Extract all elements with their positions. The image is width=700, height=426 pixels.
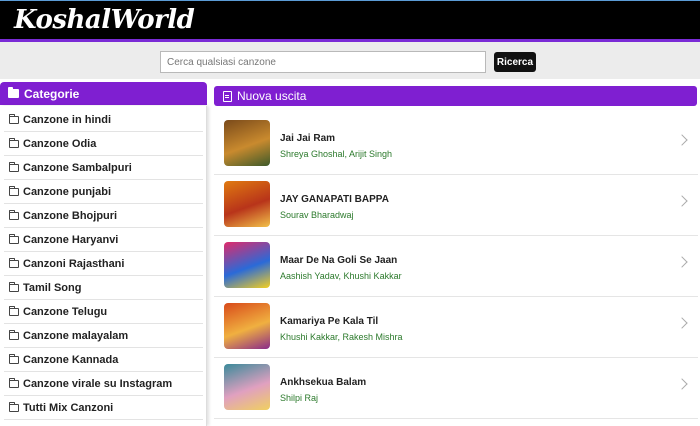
search-bar: Ricerca bbox=[0, 42, 700, 79]
category-item[interactable]: Canzone virale su Instagram bbox=[4, 372, 203, 396]
folder-icon bbox=[9, 209, 19, 220]
chevron-right-icon bbox=[676, 378, 688, 390]
folder-icon bbox=[9, 257, 19, 268]
folder-open-icon bbox=[8, 87, 19, 98]
category-label: Canzone malayalam bbox=[23, 329, 129, 342]
category-label: Canzone Odia bbox=[23, 137, 97, 150]
category-label: Canzone in hindi bbox=[23, 113, 111, 126]
chevron-right-icon bbox=[676, 195, 688, 207]
document-icon bbox=[223, 90, 232, 102]
folder-icon bbox=[9, 401, 19, 412]
category-label: Canzone Telugu bbox=[23, 305, 108, 318]
song-artist: Aashish Yadav, Khushi Kakkar bbox=[280, 271, 402, 281]
folder-icon bbox=[9, 113, 19, 124]
category-label: Canzone Kannada bbox=[23, 353, 119, 366]
category-item[interactable]: Canzone malayalam bbox=[4, 324, 203, 348]
category-item[interactable]: Canzone Kannada bbox=[4, 348, 203, 372]
song-thumbnail bbox=[224, 303, 270, 349]
folder-icon bbox=[9, 377, 19, 388]
song-row[interactable]: Maar De Na Goli Se Jaan Aashish Yadav, K… bbox=[214, 236, 698, 297]
category-item[interactable]: Canzone Bhojpuri bbox=[4, 204, 203, 228]
category-label: Canzoni Rajasthani bbox=[23, 257, 125, 270]
category-label: Canzone punjabi bbox=[23, 185, 111, 198]
category-item[interactable]: Tutti Mix Canzoni bbox=[4, 396, 203, 420]
song-row[interactable]: Kamariya Pe Kala Til Khushi Kakkar, Rake… bbox=[214, 297, 698, 358]
folder-icon bbox=[9, 137, 19, 148]
category-item[interactable]: Canzone punjabi bbox=[4, 180, 203, 204]
new-releases-header: Nuova uscita bbox=[214, 86, 697, 106]
song-title: Kamariya Pe Kala Til bbox=[280, 316, 379, 327]
category-item[interactable]: Canzone in hindi bbox=[4, 108, 203, 132]
folder-icon bbox=[9, 233, 19, 244]
category-item[interactable]: Tamil Song bbox=[4, 276, 203, 300]
site-logo[interactable]: KoshalWorld bbox=[14, 5, 195, 35]
category-label: Tutti Mix Canzoni bbox=[23, 401, 114, 414]
song-artist: Sourav Bharadwaj bbox=[280, 210, 354, 220]
song-thumbnail bbox=[224, 242, 270, 288]
category-item[interactable]: Canzone Telugu bbox=[4, 300, 203, 324]
new-releases-title: Nuova uscita bbox=[237, 89, 307, 103]
search-button[interactable]: Ricerca bbox=[494, 52, 536, 72]
folder-icon bbox=[9, 353, 19, 364]
category-label: Canzone Bhojpuri bbox=[23, 209, 118, 222]
category-label: Canzone Sambalpuri bbox=[23, 161, 132, 174]
folder-icon bbox=[9, 161, 19, 172]
category-sidebar: Categorie Canzone in hindi Canzone Odia … bbox=[0, 82, 208, 426]
song-title: Jai Jai Ram bbox=[280, 133, 336, 144]
category-item[interactable]: Canzone Odia bbox=[4, 132, 203, 156]
search-input[interactable] bbox=[160, 51, 486, 73]
category-item[interactable]: Canzone Haryanvi bbox=[4, 228, 203, 252]
categories-header: Categorie bbox=[0, 82, 207, 105]
folder-icon bbox=[9, 329, 19, 340]
song-artist: Khushi Kakkar, Rakesh Mishra bbox=[280, 332, 403, 342]
category-label: Canzone virale su Instagram bbox=[23, 377, 173, 390]
category-list: Canzone in hindi Canzone Odia Canzone Sa… bbox=[0, 106, 207, 426]
category-item[interactable]: Canzoni Rajasthani bbox=[4, 252, 203, 276]
song-title: Maar De Na Goli Se Jaan bbox=[280, 255, 398, 266]
folder-icon bbox=[9, 305, 19, 316]
song-thumbnail bbox=[224, 181, 270, 227]
song-row[interactable]: Ankhsekua Balam Shilpi Raj bbox=[214, 358, 698, 419]
song-row[interactable]: Jai Jai Ram Shreya Ghoshal, Arijit Singh bbox=[214, 114, 698, 175]
category-label: Canzone Haryanvi bbox=[23, 233, 119, 246]
category-label: Tamil Song bbox=[23, 281, 82, 294]
chevron-right-icon bbox=[676, 317, 688, 329]
song-title: Ankhsekua Balam bbox=[280, 377, 367, 388]
folder-icon bbox=[9, 281, 19, 292]
chevron-right-icon bbox=[676, 134, 688, 146]
song-row[interactable]: JAY GANAPATI BAPPA Sourav Bharadwaj bbox=[214, 175, 698, 236]
song-thumbnail bbox=[224, 120, 270, 166]
folder-icon bbox=[9, 185, 19, 196]
song-thumbnail bbox=[224, 364, 270, 410]
categories-title: Categorie bbox=[24, 86, 80, 101]
song-artist: Shreya Ghoshal, Arijit Singh bbox=[280, 149, 393, 159]
new-releases-panel: Nuova uscita Jai Jai Ram Shreya Ghoshal,… bbox=[214, 82, 700, 426]
chevron-right-icon bbox=[676, 256, 688, 268]
song-artist: Shilpi Raj bbox=[280, 393, 319, 403]
site-header: KoshalWorld bbox=[0, 0, 700, 42]
category-item[interactable]: Canzone Sambalpuri bbox=[4, 156, 203, 180]
song-title: JAY GANAPATI BAPPA bbox=[280, 194, 389, 205]
